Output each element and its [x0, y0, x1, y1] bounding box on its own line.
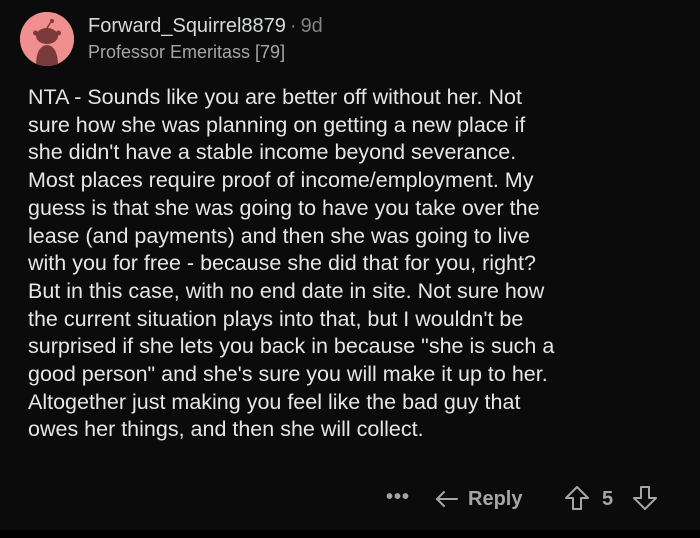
reply-button[interactable]: Reply: [434, 484, 522, 514]
upvote-button[interactable]: [564, 485, 590, 516]
downvote-arrow-icon: [633, 486, 657, 510]
comment-header: Forward_Squirrel8879 · 9d: [88, 15, 323, 38]
user-avatar[interactable]: [20, 12, 74, 66]
comment-body-line: good person" and she's sure you will mak…: [28, 362, 548, 387]
downvote-button[interactable]: [632, 485, 658, 516]
comment-body-line: surprised if she lets you back in becaus…: [28, 334, 555, 359]
reply-label: Reply: [468, 487, 523, 510]
comment-body-line: guess is that she was going to have you …: [28, 195, 540, 220]
comment-body-line: But in this case, with no end date in si…: [28, 278, 545, 303]
more-options-button[interactable]: •••: [386, 482, 410, 512]
comment-card: Forward_Squirrel8879 · 9d Professor Emerit…: [0, 0, 700, 530]
upvote-arrow-icon: [565, 486, 589, 510]
comment-action-bar: ••• Reply 5: [0, 482, 700, 516]
vote-score: 5: [602, 488, 614, 510]
user-flair: Professor Emeritass [79]: [88, 42, 286, 62]
meta-separator: ·: [289, 15, 297, 37]
comment-body: NTA - Sounds like you are better off wit…: [28, 84, 678, 444]
comment-body-line: with you for free - because she did that…: [28, 251, 536, 276]
comment-age: 9d: [300, 15, 323, 37]
snoo-avatar-icon: [20, 12, 74, 66]
comment-body-line: NTA - Sounds like you are better off wit…: [28, 85, 522, 109]
comment-body-line: Altogether just making you feel like the…: [28, 389, 521, 414]
comment-body-line: sure how she was planning on getting a n…: [28, 112, 526, 137]
username-link[interactable]: Forward_Squirrel8879: [88, 15, 286, 37]
comment-body-line: owes her things, and then she will colle…: [28, 417, 424, 442]
comment-body-line: she didn't have a stable income beyond s…: [28, 140, 517, 165]
reply-arrow-icon: [436, 491, 458, 507]
comment-body-line: Most places require proof of income/empl…: [28, 168, 534, 193]
comment-body-line: the current situation plays into that, b…: [28, 306, 524, 331]
comment-body-line: lease (and payments) and then she was go…: [28, 223, 530, 248]
